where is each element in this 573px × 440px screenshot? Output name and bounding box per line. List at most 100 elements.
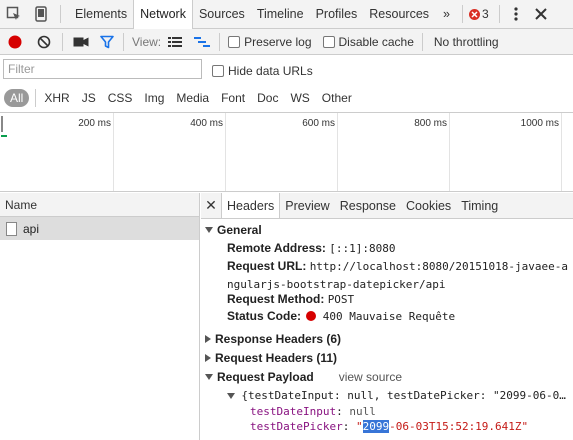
view-label: View: bbox=[132, 34, 162, 49]
type-js[interactable]: JS bbox=[76, 91, 102, 105]
network-timeline-overview[interactable]: 200 ms 400 ms 600 ms 800 ms 1000 ms bbox=[0, 112, 573, 192]
hide-data-urls-checkbox[interactable] bbox=[212, 65, 224, 77]
clear-icon[interactable] bbox=[30, 29, 58, 55]
request-payload-title: Request Payload bbox=[217, 370, 314, 384]
throttling-select[interactable]: No throttling bbox=[434, 35, 499, 49]
device-mode-icon[interactable] bbox=[28, 0, 54, 29]
status-code-row: Status Code: 400 Mauvaise Requête bbox=[227, 309, 455, 323]
more-options-icon[interactable] bbox=[504, 0, 528, 29]
separator bbox=[35, 89, 37, 107]
remote-address-row: Remote Address: [::1]:8080 bbox=[227, 241, 396, 255]
expanded-triangle-icon bbox=[227, 393, 235, 399]
error-count: 3 bbox=[481, 7, 489, 21]
separator bbox=[219, 32, 221, 51]
tab-network[interactable]: Network bbox=[133, 0, 193, 29]
general-section-toggle[interactable]: General bbox=[205, 223, 262, 237]
remote-address-value: [::1]:8080 bbox=[329, 242, 396, 255]
payload-field-key: testDateInput bbox=[250, 405, 337, 418]
request-method-label: Request Method: bbox=[227, 292, 325, 306]
filter-icon[interactable] bbox=[95, 29, 119, 55]
error-icon bbox=[468, 8, 480, 20]
type-css[interactable]: CSS bbox=[102, 91, 139, 105]
close-details-icon[interactable]: ✕ bbox=[201, 193, 221, 218]
status-code-label: Status Code: bbox=[227, 309, 302, 323]
tab-profiles[interactable]: Profiles bbox=[310, 0, 364, 29]
devtools-tab-bar: Elements Network Sources Timeline Profil… bbox=[0, 0, 573, 29]
collapsed-triangle-icon bbox=[205, 354, 211, 362]
filter-row: Hide data URLs bbox=[0, 58, 573, 84]
timeline-tick-label: 200 ms bbox=[78, 118, 111, 129]
expanded-triangle-icon bbox=[205, 374, 213, 380]
separator bbox=[123, 32, 124, 51]
tab-timeline[interactable]: Timeline bbox=[251, 0, 310, 29]
timeline-tick-label: 400 ms bbox=[190, 118, 223, 129]
type-media[interactable]: Media bbox=[170, 91, 215, 105]
request-headers-toggle[interactable]: Request Headers (11) bbox=[205, 351, 337, 365]
type-all[interactable]: All bbox=[4, 89, 30, 107]
details-tab-bar: ✕ Headers Preview Response Cookies Timin… bbox=[201, 193, 573, 219]
collapsed-triangle-icon bbox=[205, 335, 211, 343]
timeline-gridline: 800 ms bbox=[414, 113, 450, 191]
tab-response[interactable]: Response bbox=[335, 193, 401, 218]
type-doc[interactable]: Doc bbox=[251, 91, 284, 105]
record-icon[interactable] bbox=[0, 29, 30, 55]
close-devtools-icon[interactable] bbox=[528, 0, 554, 29]
type-other[interactable]: Other bbox=[316, 91, 358, 105]
more-tabs-button[interactable]: » bbox=[435, 0, 458, 29]
payload-field-value-quote: " bbox=[355, 420, 363, 433]
timeline-tick-label: 800 ms bbox=[414, 118, 447, 129]
timeline-tick-label: 1000 ms bbox=[520, 118, 559, 129]
separator bbox=[461, 5, 463, 23]
tab-resources[interactable]: Resources bbox=[363, 0, 435, 29]
large-rows-icon[interactable] bbox=[161, 29, 189, 55]
tab-sources[interactable]: Sources bbox=[193, 0, 251, 29]
request-details-panel: ✕ Headers Preview Response Cookies Timin… bbox=[201, 193, 573, 440]
type-font[interactable]: Font bbox=[215, 91, 251, 105]
tab-elements[interactable]: Elements bbox=[69, 0, 133, 29]
payload-field-row: testDateInput: null bbox=[250, 405, 376, 418]
tab-headers[interactable]: Headers bbox=[221, 193, 281, 218]
tab-cookies[interactable]: Cookies bbox=[401, 193, 456, 218]
capture-screenshots-icon[interactable] bbox=[67, 29, 95, 55]
timeline-gridline: 1000 ms bbox=[521, 113, 562, 191]
request-method-value: POST bbox=[327, 293, 355, 306]
status-error-icon bbox=[306, 311, 317, 321]
disable-cache-checkbox[interactable] bbox=[322, 35, 335, 48]
name-column-header[interactable]: Name bbox=[0, 193, 199, 217]
tab-timing[interactable]: Timing bbox=[456, 193, 503, 218]
inspect-element-icon[interactable] bbox=[0, 0, 28, 29]
payload-field-key: testDatePicker bbox=[250, 420, 343, 433]
general-title: General bbox=[217, 223, 262, 237]
type-ws[interactable]: WS bbox=[284, 91, 315, 105]
filter-input[interactable] bbox=[3, 59, 202, 79]
request-method-row: Request Method: POST bbox=[227, 292, 354, 306]
separator bbox=[60, 5, 61, 23]
type-xhr[interactable]: XHR bbox=[38, 91, 75, 105]
request-headers-title: Request Headers (11) bbox=[215, 351, 338, 365]
response-headers-title: Response Headers (6) bbox=[215, 332, 342, 346]
separator bbox=[421, 32, 423, 51]
separator bbox=[498, 5, 500, 23]
request-name: api bbox=[23, 221, 40, 236]
request-row[interactable]: api bbox=[0, 217, 199, 240]
payload-summary: {testDateInput: null, testDatePicker: "2… bbox=[241, 389, 566, 402]
preserve-log-checkbox[interactable] bbox=[228, 35, 241, 48]
request-url-label: Request URL: bbox=[227, 259, 307, 273]
overview-icon[interactable] bbox=[189, 29, 215, 55]
view-source-link[interactable]: view source bbox=[339, 370, 402, 384]
tab-preview[interactable]: Preview bbox=[280, 193, 334, 218]
payload-field-value: -06-03T15:52:19.641Z" bbox=[389, 420, 529, 433]
request-url-value-continued: ngularjs-bootstrap-datepicker/api bbox=[227, 278, 446, 291]
timeline-gridline: 600 ms bbox=[302, 113, 338, 191]
response-headers-toggle[interactable]: Response Headers (6) bbox=[205, 332, 341, 346]
request-url-row-continued: ngularjs-bootstrap-datepicker/api bbox=[227, 277, 446, 291]
request-payload-toggle[interactable]: Request Payload view source bbox=[205, 370, 402, 384]
timeline-request-bar bbox=[1, 135, 7, 137]
payload-selected-text[interactable]: 2099 bbox=[362, 420, 390, 433]
payload-summary-row[interactable]: {testDateInput: null, testDatePicker: "2… bbox=[227, 388, 566, 402]
error-counter[interactable]: 3 bbox=[467, 0, 491, 29]
resource-type-filter: All XHR JS CSS Img Media Font Doc WS Oth… bbox=[0, 86, 573, 110]
type-img[interactable]: Img bbox=[138, 91, 170, 105]
separator bbox=[62, 32, 63, 51]
remote-address-label: Remote Address: bbox=[227, 241, 326, 255]
